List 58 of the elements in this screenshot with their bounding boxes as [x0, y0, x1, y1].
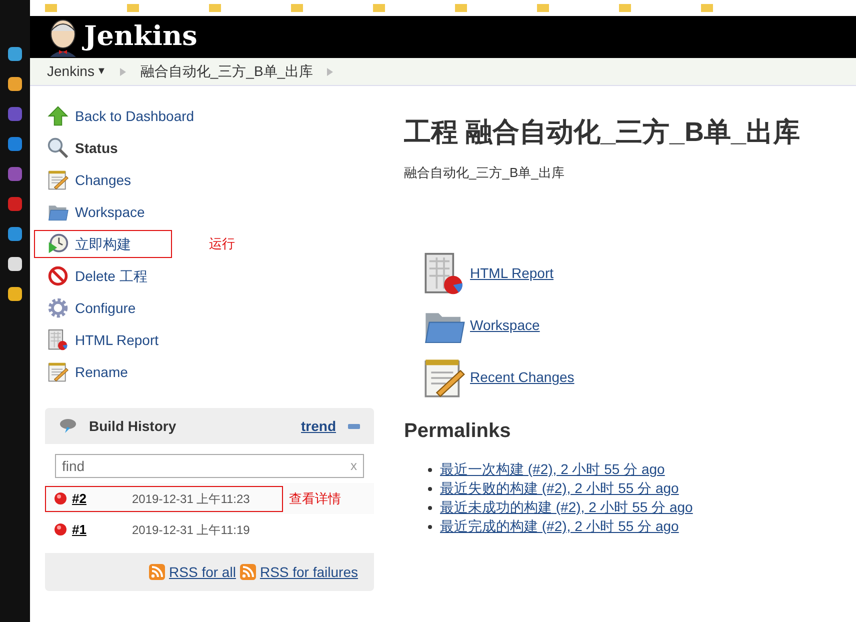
spreadsheet-chart-icon	[47, 329, 69, 351]
sidebar-item[interactable]: Status	[45, 135, 158, 161]
clock-play-icon	[47, 233, 69, 255]
app-icon[interactable]	[7, 256, 23, 272]
sidebar-item[interactable]: Back to Dashboard	[45, 103, 234, 129]
app-icon[interactable]	[7, 46, 23, 62]
page-title: 工程 融合自动化_三方_B单_出库	[404, 116, 802, 149]
sidebar-item[interactable]: Rename	[45, 359, 168, 385]
task-link[interactable]: Recent Changes	[470, 367, 574, 388]
build-time: 2019-12-31 上午11:23	[132, 490, 250, 508]
breadcrumb-link[interactable]: 融合自动化_三方_B单_出库	[140, 61, 314, 82]
permalink-link[interactable]: 最近失败的构建 (#2), 2 小时 55 分 ago	[440, 478, 679, 499]
sidebar-item[interactable]: Changes	[45, 167, 172, 193]
trend-link[interactable]: trend	[301, 416, 336, 436]
build-number-link[interactable]: #1	[72, 520, 132, 540]
sidebar-item[interactable]: Delete 工程	[45, 263, 188, 289]
panel-title: Build History	[89, 416, 176, 436]
annotation-text: 查看详情	[289, 490, 341, 508]
breadcrumb-link[interactable]: Jenkins	[47, 61, 94, 82]
app-title[interactable]: Jenkins	[84, 16, 198, 58]
build-number-link[interactable]: #2	[72, 488, 132, 508]
sidebar-item[interactable]: Workspace	[45, 199, 185, 225]
notepad-pencil-icon	[47, 361, 69, 383]
permalink-link[interactable]: 最近一次构建 (#2), 2 小时 55 分 ago	[440, 459, 665, 480]
rss-icon	[149, 564, 166, 580]
build-time: 2019-12-31 上午11:19	[132, 522, 250, 538]
sidebar-item[interactable]: 立即构建	[35, 231, 171, 257]
app-icon[interactable]	[7, 76, 23, 92]
bullet-icon	[428, 486, 432, 490]
rss-link[interactable]: RSS for all	[169, 562, 236, 582]
bullet-icon	[428, 524, 432, 528]
chevron-icon	[327, 68, 334, 76]
collapse-icon[interactable]	[348, 424, 360, 428]
sidebar-item[interactable]: Configure	[45, 295, 176, 321]
build-row[interactable]: #2 2019-12-31 上午11:23	[46, 486, 282, 510]
project-description: 融合自动化_三方_B单_出库	[404, 164, 566, 182]
permalink-link[interactable]: 最近完成的构建 (#2), 2 小时 55 分 ago	[440, 516, 679, 537]
bullet-icon	[428, 506, 432, 510]
rss-icon	[240, 564, 256, 580]
status-ball-icon	[54, 523, 67, 536]
annotation-text: 运行	[209, 235, 235, 254]
rss-link[interactable]: RSS for failures	[260, 562, 358, 582]
status-ball-icon	[54, 492, 67, 505]
task-link[interactable]: HTML Report	[470, 263, 554, 284]
up-arrow-icon	[47, 105, 69, 127]
bullet-icon	[428, 468, 432, 472]
sidebar-item[interactable]: HTML Report	[45, 327, 199, 353]
notepad-pencil-icon	[47, 169, 69, 191]
task-link[interactable]: Workspace	[470, 315, 540, 336]
permalink-link[interactable]: 最近未成功的构建 (#2), 2 小时 55 分 ago	[440, 497, 693, 518]
chevron-icon	[120, 68, 126, 76]
dropdown-caret-icon[interactable]: ▼	[96, 64, 106, 79]
app-icon[interactable]	[7, 286, 23, 302]
prohibited-icon	[47, 265, 69, 287]
settings-icon	[47, 297, 69, 319]
search-icon	[47, 137, 69, 159]
build-row[interactable]: #1 2019-12-31 上午11:19	[46, 518, 282, 542]
section-heading: Permalinks	[404, 419, 512, 444]
